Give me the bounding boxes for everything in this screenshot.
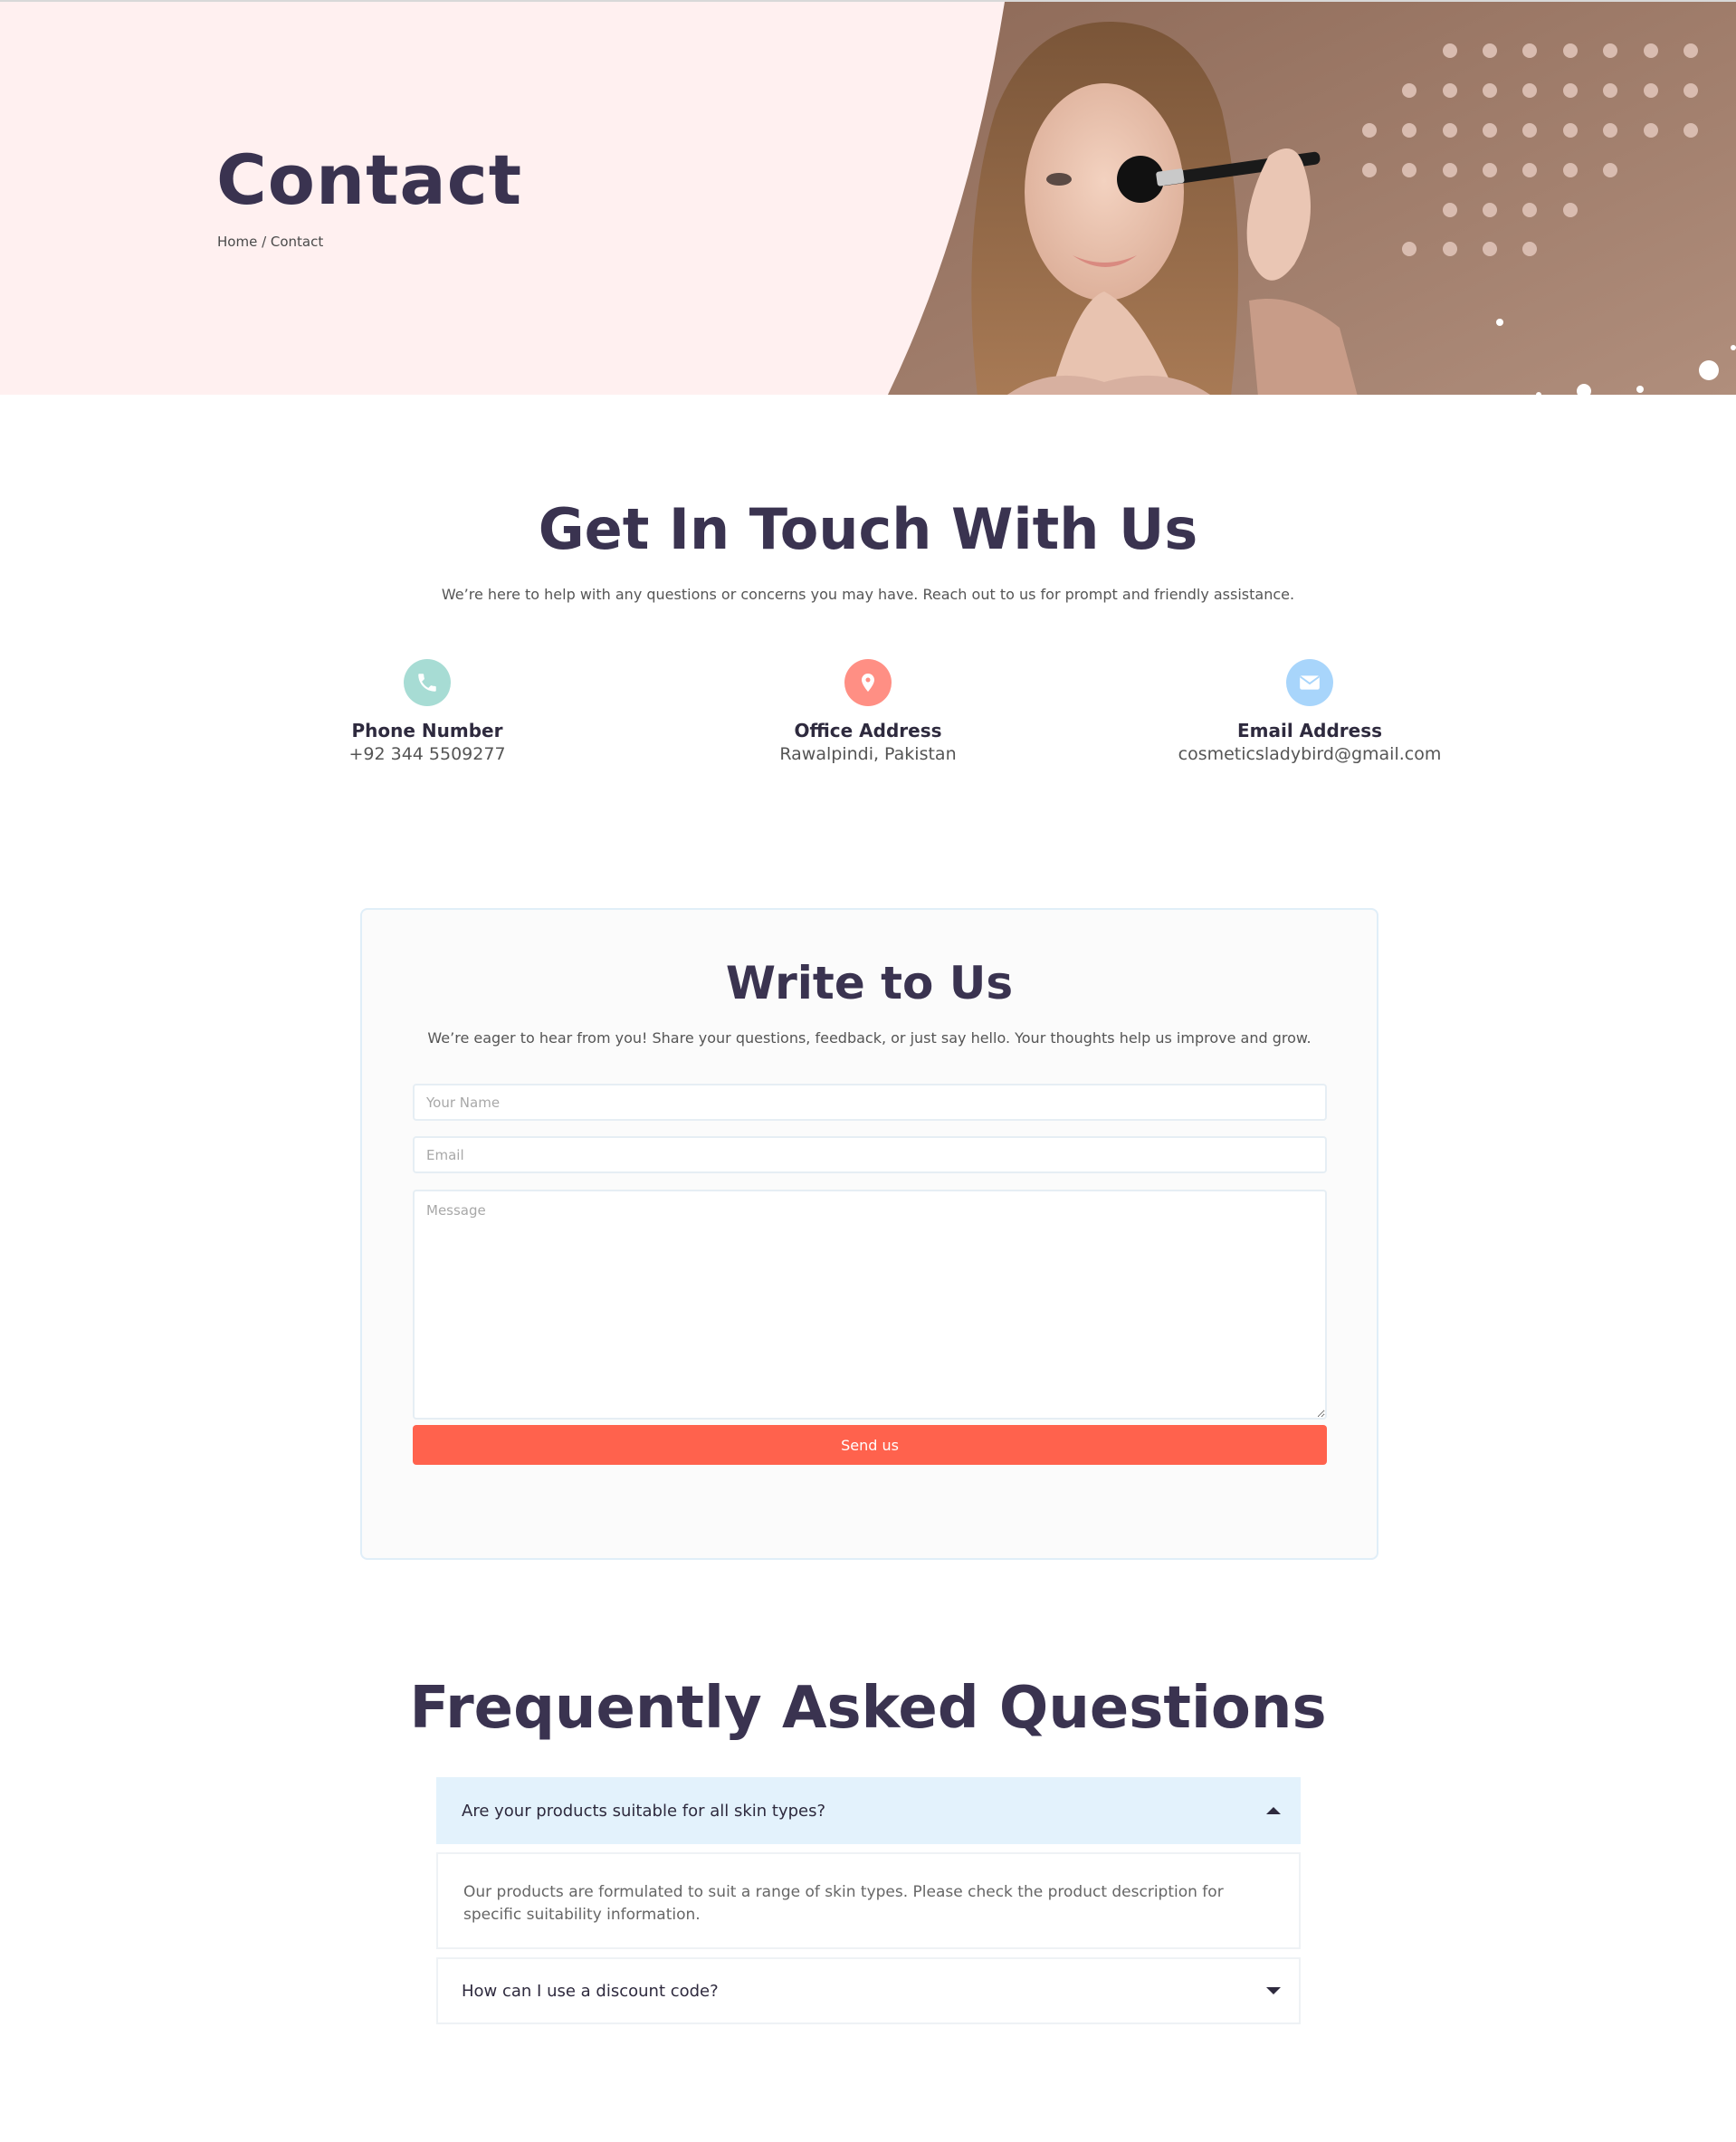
get-in-touch-title: Get In Touch With Us	[538, 496, 1198, 562]
page-title: Contact	[216, 139, 523, 220]
phone-icon	[404, 659, 451, 706]
phone-card: Phone Number +92 344 5509277	[237, 659, 617, 766]
phone-value[interactable]: +92 344 5509277	[237, 742, 617, 766]
breadcrumb[interactable]: Home / Contact	[217, 234, 323, 250]
name-input[interactable]	[413, 1084, 1327, 1121]
hero-banner: Contact Home / Contact	[0, 0, 1736, 395]
address-card: Office Address Rawalpindi, Pakistan	[678, 659, 1058, 766]
message-textarea[interactable]	[413, 1190, 1327, 1420]
email-input[interactable]	[413, 1136, 1327, 1173]
hero-image	[887, 2, 1736, 395]
faq-answer-1: Our products are formulated to suit a ra…	[436, 1852, 1301, 1949]
form-title: Write to Us	[725, 957, 1014, 1009]
chevron-up-icon	[1266, 1807, 1281, 1814]
faq-question-text: Are your products suitable for all skin …	[462, 1801, 826, 1821]
location-pin-icon	[844, 659, 892, 706]
email-label: Email Address	[1236, 720, 1383, 741]
get-in-touch-subtitle: We’re here to help with any questions or…	[441, 586, 1295, 603]
envelope-icon	[1286, 659, 1333, 706]
phone-label: Phone Number	[351, 720, 503, 741]
email-value[interactable]: cosmeticsladybird@gmail.com	[1120, 742, 1500, 766]
contact-form-card: Write to Us We’re eager to hear from you…	[360, 908, 1378, 1560]
form-subtitle: We’re eager to hear from you! Share your…	[427, 1029, 1312, 1047]
address-value: Rawalpindi, Pakistan	[779, 744, 957, 764]
send-button[interactable]: Send us	[413, 1425, 1327, 1465]
faq-title: Frequently Asked Questions	[409, 1675, 1327, 1742]
address-label: Office Address	[794, 720, 942, 741]
faq-question-1[interactable]: Are your products suitable for all skin …	[436, 1777, 1301, 1844]
faq-question-2[interactable]: How can I use a discount code?	[436, 1957, 1301, 2024]
faq-question-text: How can I use a discount code?	[462, 1981, 719, 2001]
email-card: Email Address cosmeticsladybird@gmail.co…	[1120, 659, 1500, 766]
chevron-down-icon	[1266, 1987, 1281, 1994]
